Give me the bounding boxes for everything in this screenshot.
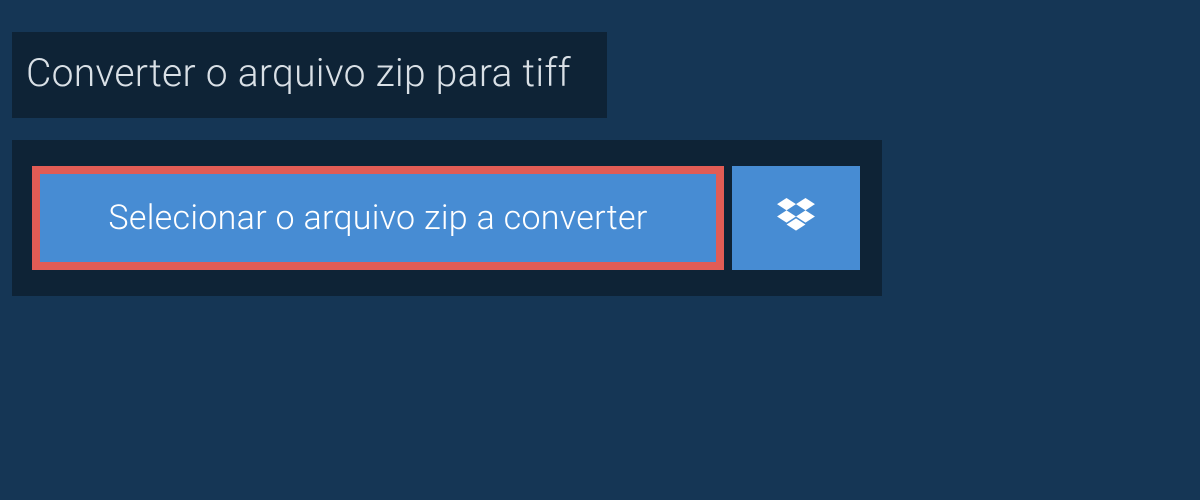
page-title: Converter o arquivo zip para tiff — [26, 50, 571, 96]
dropbox-button[interactable] — [732, 166, 860, 270]
select-file-button[interactable]: Selecionar o arquivo zip a converter — [32, 166, 724, 270]
upload-area: Selecionar o arquivo zip a converter — [12, 140, 882, 296]
button-row: Selecionar o arquivo zip a converter — [32, 166, 862, 270]
dropbox-icon — [777, 198, 815, 238]
select-file-button-label: Selecionar o arquivo zip a converter — [108, 198, 647, 238]
converter-panel: Converter o arquivo zip para tiff Seleci… — [0, 0, 1200, 328]
heading-wrapper: Converter o arquivo zip para tiff — [12, 32, 607, 118]
